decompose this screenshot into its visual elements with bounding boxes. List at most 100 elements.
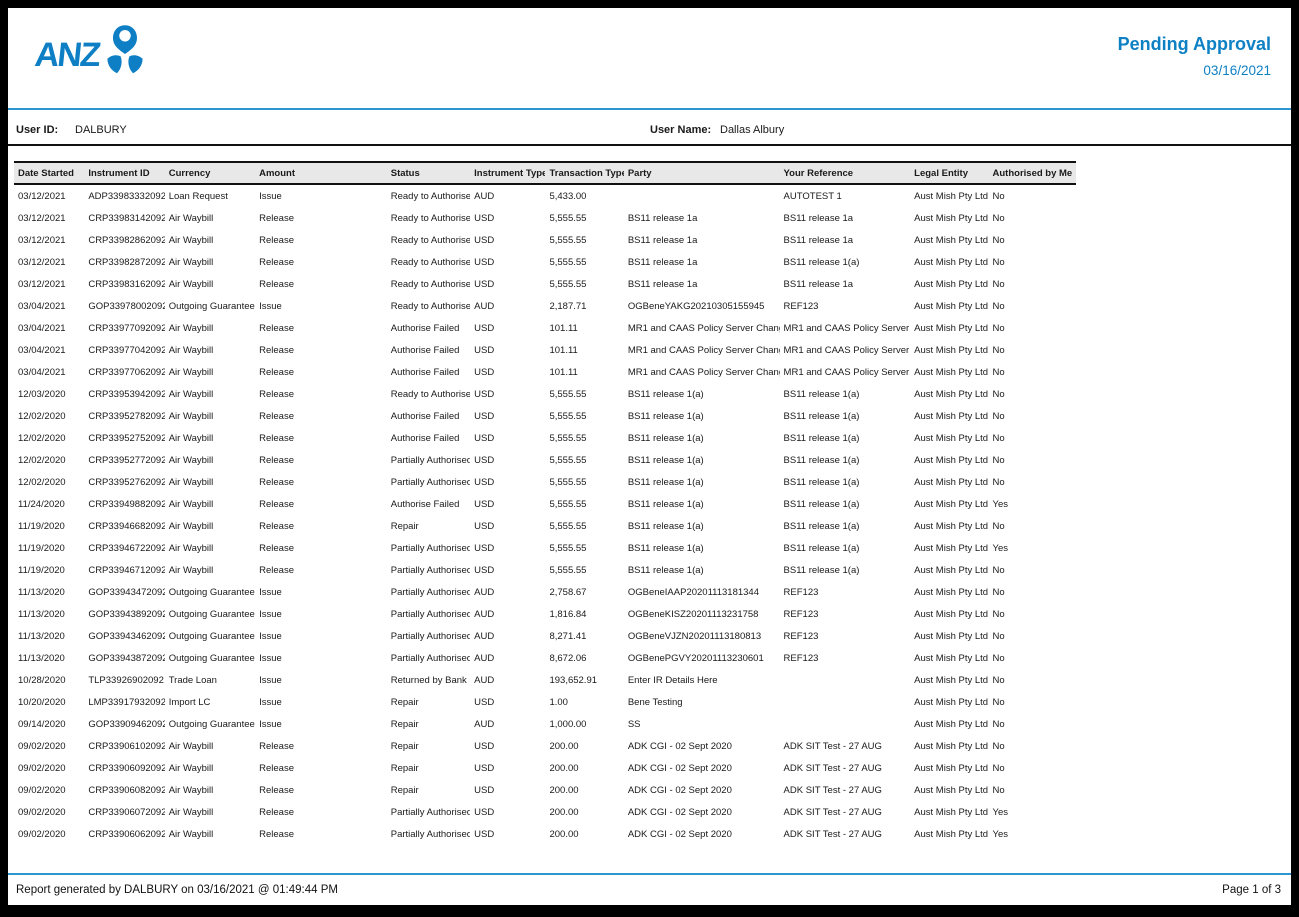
table-row: 11/19/2020CRP33946682092Air WaybillRelea… — [14, 515, 1076, 537]
cell-authorised_by_me: Yes — [989, 493, 1076, 515]
cell-instrument_type: USD — [470, 691, 545, 713]
cell-amount: Issue — [255, 603, 387, 625]
cell-amount: Release — [255, 537, 387, 559]
table-row: 11/13/2020GOP33943872092Outgoing Guarant… — [14, 647, 1076, 669]
cell-legal_entity: Aust Mish Pty Ltd — [910, 405, 988, 427]
cell-authorised_by_me: No — [989, 581, 1076, 603]
cell-legal_entity: Aust Mish Pty Ltd — [910, 449, 988, 471]
cell-amount: Issue — [255, 669, 387, 691]
cell-status: Authorise Failed — [387, 317, 470, 339]
cell-instrument_type: USD — [470, 515, 545, 537]
cell-instrument_id: CRP33949882092 — [84, 493, 164, 515]
cell-transaction_type: 1,000.00 — [545, 713, 623, 735]
table-row: 12/02/2020CRP33952752092Air WaybillRelea… — [14, 427, 1076, 449]
cell-legal_entity: Aust Mish Pty Ltd — [910, 339, 988, 361]
cell-your_reference: MR1 and CAAS Policy Server Cha — [780, 361, 911, 383]
column-header-instrument_type: Instrument Type — [470, 162, 545, 184]
cell-status: Partially Authorised — [387, 603, 470, 625]
cell-date_started: 03/04/2021 — [14, 295, 84, 317]
column-header-instrument_id: Instrument ID — [84, 162, 164, 184]
cell-transaction_type: 101.11 — [545, 317, 623, 339]
cell-instrument_id: CRP33946722092 — [84, 537, 164, 559]
cell-party: OGBeneIAAP20201113181344 — [624, 581, 780, 603]
cell-transaction_type: 200.00 — [545, 757, 623, 779]
cell-date_started: 03/04/2021 — [14, 317, 84, 339]
cell-your_reference: REF123 — [780, 295, 911, 317]
cell-status: Repair — [387, 713, 470, 735]
cell-date_started: 03/12/2021 — [14, 229, 84, 251]
table-row: 10/28/2020TLP33926902092Trade LoanIssueR… — [14, 669, 1076, 691]
cell-status: Partially Authorised — [387, 449, 470, 471]
cell-party: BS11 release 1(a) — [624, 383, 780, 405]
user-strip-divider — [8, 144, 1291, 146]
table-row: 09/02/2020CRP33906072092Air WaybillRelea… — [14, 801, 1076, 823]
cell-status: Ready to Authorise — [387, 383, 470, 405]
cell-transaction_type: 200.00 — [545, 823, 623, 845]
cell-instrument_id: CRP33946682092 — [84, 515, 164, 537]
cell-your_reference — [780, 691, 911, 713]
cell-party: BS11 release 1a — [624, 207, 780, 229]
cell-status: Partially Authorised — [387, 559, 470, 581]
cell-date_started: 10/20/2020 — [14, 691, 84, 713]
cell-status: Partially Authorised — [387, 647, 470, 669]
cell-instrument_id: CRP33982862092 — [84, 229, 164, 251]
table-row: 12/02/2020CRP33952772092Air WaybillRelea… — [14, 449, 1076, 471]
cell-your_reference — [780, 713, 911, 735]
cell-transaction_type: 5,555.55 — [545, 383, 623, 405]
cell-instrument_type: USD — [470, 537, 545, 559]
cell-legal_entity: Aust Mish Pty Ltd — [910, 207, 988, 229]
cell-authorised_by_me: No — [989, 449, 1076, 471]
cell-legal_entity: Aust Mish Pty Ltd — [910, 383, 988, 405]
cell-instrument_type: USD — [470, 207, 545, 229]
cell-amount: Release — [255, 779, 387, 801]
cell-authorised_by_me: No — [989, 295, 1076, 317]
cell-date_started: 12/02/2020 — [14, 449, 84, 471]
cell-status: Repair — [387, 779, 470, 801]
cell-instrument_type: AUD — [470, 295, 545, 317]
cell-date_started: 11/19/2020 — [14, 515, 84, 537]
cell-amount: Issue — [255, 625, 387, 647]
cell-legal_entity: Aust Mish Pty Ltd — [910, 295, 988, 317]
cell-amount: Release — [255, 801, 387, 823]
cell-authorised_by_me: No — [989, 625, 1076, 647]
cell-instrument_type: AUD — [470, 625, 545, 647]
cell-transaction_type: 5,555.55 — [545, 471, 623, 493]
cell-authorised_by_me: No — [989, 251, 1076, 273]
cell-authorised_by_me: No — [989, 603, 1076, 625]
cell-instrument_type: AUD — [470, 184, 545, 207]
cell-amount: Release — [255, 273, 387, 295]
cell-amount: Issue — [255, 295, 387, 317]
cell-your_reference: ADK SIT Test - 27 AUG — [780, 735, 911, 757]
cell-party: BS11 release 1(a) — [624, 471, 780, 493]
pending-approval-table: Date StartedInstrument IDCurrencyAmountS… — [14, 161, 1076, 845]
cell-currency: Air Waybill — [165, 559, 255, 581]
cell-date_started: 03/04/2021 — [14, 361, 84, 383]
cell-party: ADK CGI - 02 Sept 2020 — [624, 801, 780, 823]
cell-transaction_type: 200.00 — [545, 735, 623, 757]
cell-instrument_type: AUD — [470, 713, 545, 735]
cell-party: OGBeneKISZ20201113231758 — [624, 603, 780, 625]
cell-status: Ready to Authorise — [387, 273, 470, 295]
cell-party — [624, 184, 780, 207]
cell-transaction_type: 101.11 — [545, 361, 623, 383]
cell-transaction_type: 8,271.41 — [545, 625, 623, 647]
cell-instrument_id: CRP33977092092 — [84, 317, 164, 339]
cell-status: Ready to Authorise — [387, 207, 470, 229]
cell-authorised_by_me: No — [989, 383, 1076, 405]
cell-party: BS11 release 1(a) — [624, 405, 780, 427]
cell-instrument_id: GOP33909462092 — [84, 713, 164, 735]
cell-amount: Release — [255, 207, 387, 229]
cell-instrument_id: GOP33943472092 — [84, 581, 164, 603]
cell-instrument_id: CRP33906092092 — [84, 757, 164, 779]
cell-instrument_id: LMP33917932092 — [84, 691, 164, 713]
cell-currency: Air Waybill — [165, 405, 255, 427]
cell-authorised_by_me: No — [989, 691, 1076, 713]
cell-date_started: 03/12/2021 — [14, 251, 84, 273]
cell-party: BS11 release 1a — [624, 273, 780, 295]
cell-party: MR1 and CAAS Policy Server Change — [624, 339, 780, 361]
cell-party: BS11 release 1(a) — [624, 427, 780, 449]
cell-instrument_id: GOP33943462092 — [84, 625, 164, 647]
cell-instrument_id: CRP33906082092 — [84, 779, 164, 801]
cell-party: BS11 release 1(a) — [624, 493, 780, 515]
cell-currency: Air Waybill — [165, 801, 255, 823]
